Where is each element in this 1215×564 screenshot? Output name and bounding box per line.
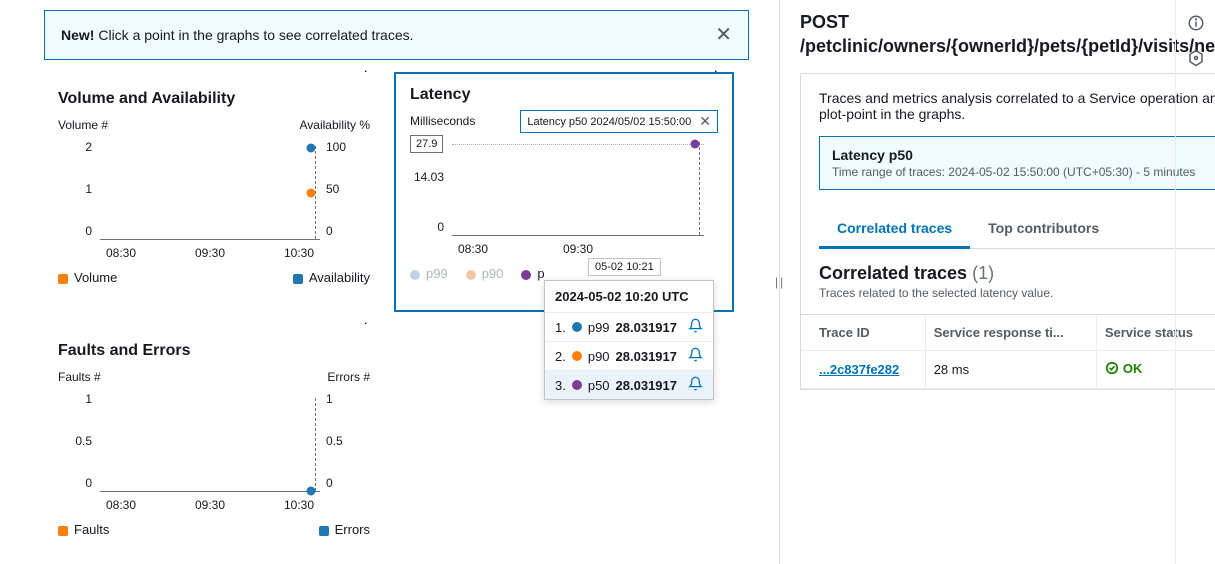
legend-item[interactable]: Faults <box>58 522 109 537</box>
close-icon[interactable]: ✕ <box>699 113 711 130</box>
side-description: Traces and metrics analysis correlated t… <box>819 90 1215 122</box>
tooltip-row[interactable]: 2. p90 28.031917 <box>545 342 713 371</box>
latency-panel: Latency Latency p50 2024/05/02 15:50:00 … <box>394 72 734 312</box>
traces-table: Trace ID Service response ti... Service … <box>801 314 1215 390</box>
main-column: New! Click a point in the graphs to see … <box>0 0 780 564</box>
legend-item[interactable]: Errors <box>319 522 370 537</box>
hexagon-icon[interactable] <box>1187 49 1205 70</box>
cell-response-time: 28 ms <box>925 350 1096 389</box>
side-title: POST /petclinic/owners/{ownerId}/pets/{p… <box>800 10 1215 59</box>
table-row: ...2c837fe282 28 ms OK 28 <box>801 350 1215 389</box>
status-badge: OK <box>1105 361 1143 376</box>
series-dot-icon <box>572 322 582 332</box>
tab-correlated-traces[interactable]: Correlated traces <box>819 210 970 249</box>
panel-title: Latency <box>410 86 718 104</box>
bell-icon[interactable] <box>688 347 703 365</box>
tooltip-header: 2024-05-02 10:20 UTC <box>545 281 713 313</box>
col-response-time[interactable]: Service response ti... <box>925 314 1096 350</box>
banner-strong: New! <box>61 27 94 43</box>
side-panel: || ✕ POST /petclinic/owners/{ownerId}/pe… <box>780 0 1215 564</box>
legend-item[interactable]: p90 <box>466 266 504 281</box>
faults-panel: Faults and Errors Faults # Errors # 1 0.… <box>44 324 384 564</box>
tooltip-row[interactable]: 3. p50 28.031917 <box>545 371 713 399</box>
info-banner: New! Click a point in the graphs to see … <box>44 10 749 60</box>
faults-chart[interactable]: 1 0.5 0 1 0.5 0 <box>58 392 370 512</box>
y-right-label: Errors # <box>327 370 370 384</box>
y-right-label: Availability % <box>300 118 370 132</box>
panel-title: Faults and Errors <box>58 342 370 360</box>
volume-panel: Volume and Availability Volume # Availab… <box>44 72 384 312</box>
info-icon[interactable] <box>1187 14 1205 35</box>
side-card: Traces and metrics analysis correlated t… <box>800 73 1215 391</box>
legend-item[interactable]: Availability <box>293 270 370 285</box>
bell-icon[interactable] <box>688 318 703 336</box>
value-badge: 27.9 <box>410 135 443 153</box>
bell-icon[interactable] <box>688 376 703 394</box>
legend-item[interactable]: p <box>521 266 544 281</box>
col-trace-id[interactable]: Trace ID <box>801 314 925 350</box>
series-dot-icon <box>572 380 582 390</box>
trace-id-link[interactable]: ...2c837fe282 <box>819 362 899 377</box>
y-left-label: Faults # <box>58 370 101 384</box>
latency-chart[interactable]: 27.9 14.03 0 08:30 09:30 <box>410 136 718 256</box>
legend-item[interactable]: Volume <box>58 270 117 285</box>
check-circle-icon <box>1105 361 1119 375</box>
selection-chip[interactable]: Latency p50 2024/05/02 15:50:00 ✕ <box>520 110 718 133</box>
legend-item[interactable]: p99 <box>410 266 448 281</box>
banner-text: New! Click a point in the graphs to see … <box>61 27 414 43</box>
section-title: Correlated traces (1) <box>819 263 994 283</box>
tab-top-contributors[interactable]: Top contributors <box>970 210 1117 248</box>
chart-tooltip: 2024-05-02 10:20 UTC 1. p99 28.031917 2.… <box>544 280 714 400</box>
tooltip-row[interactable]: 1. p99 28.031917 <box>545 313 713 342</box>
tabs: Correlated traces Top contributors <box>819 210 1215 249</box>
volume-chart[interactable]: 2 1 0 100 50 0 <box>58 140 370 260</box>
panel-title: Volume and Availability <box>58 90 370 108</box>
y-left-label: Volume # <box>58 118 108 132</box>
right-iconbar <box>1175 0 1215 564</box>
resize-handle[interactable]: || <box>775 275 785 289</box>
y-label: Milliseconds <box>410 114 475 128</box>
close-icon[interactable]: ✕ <box>715 25 732 45</box>
selection-summary: Latency p50 Time range of traces: 2024-0… <box>819 136 1215 190</box>
time-tooltip: 05-02 10:21 <box>588 258 661 276</box>
series-dot-icon <box>572 351 582 361</box>
